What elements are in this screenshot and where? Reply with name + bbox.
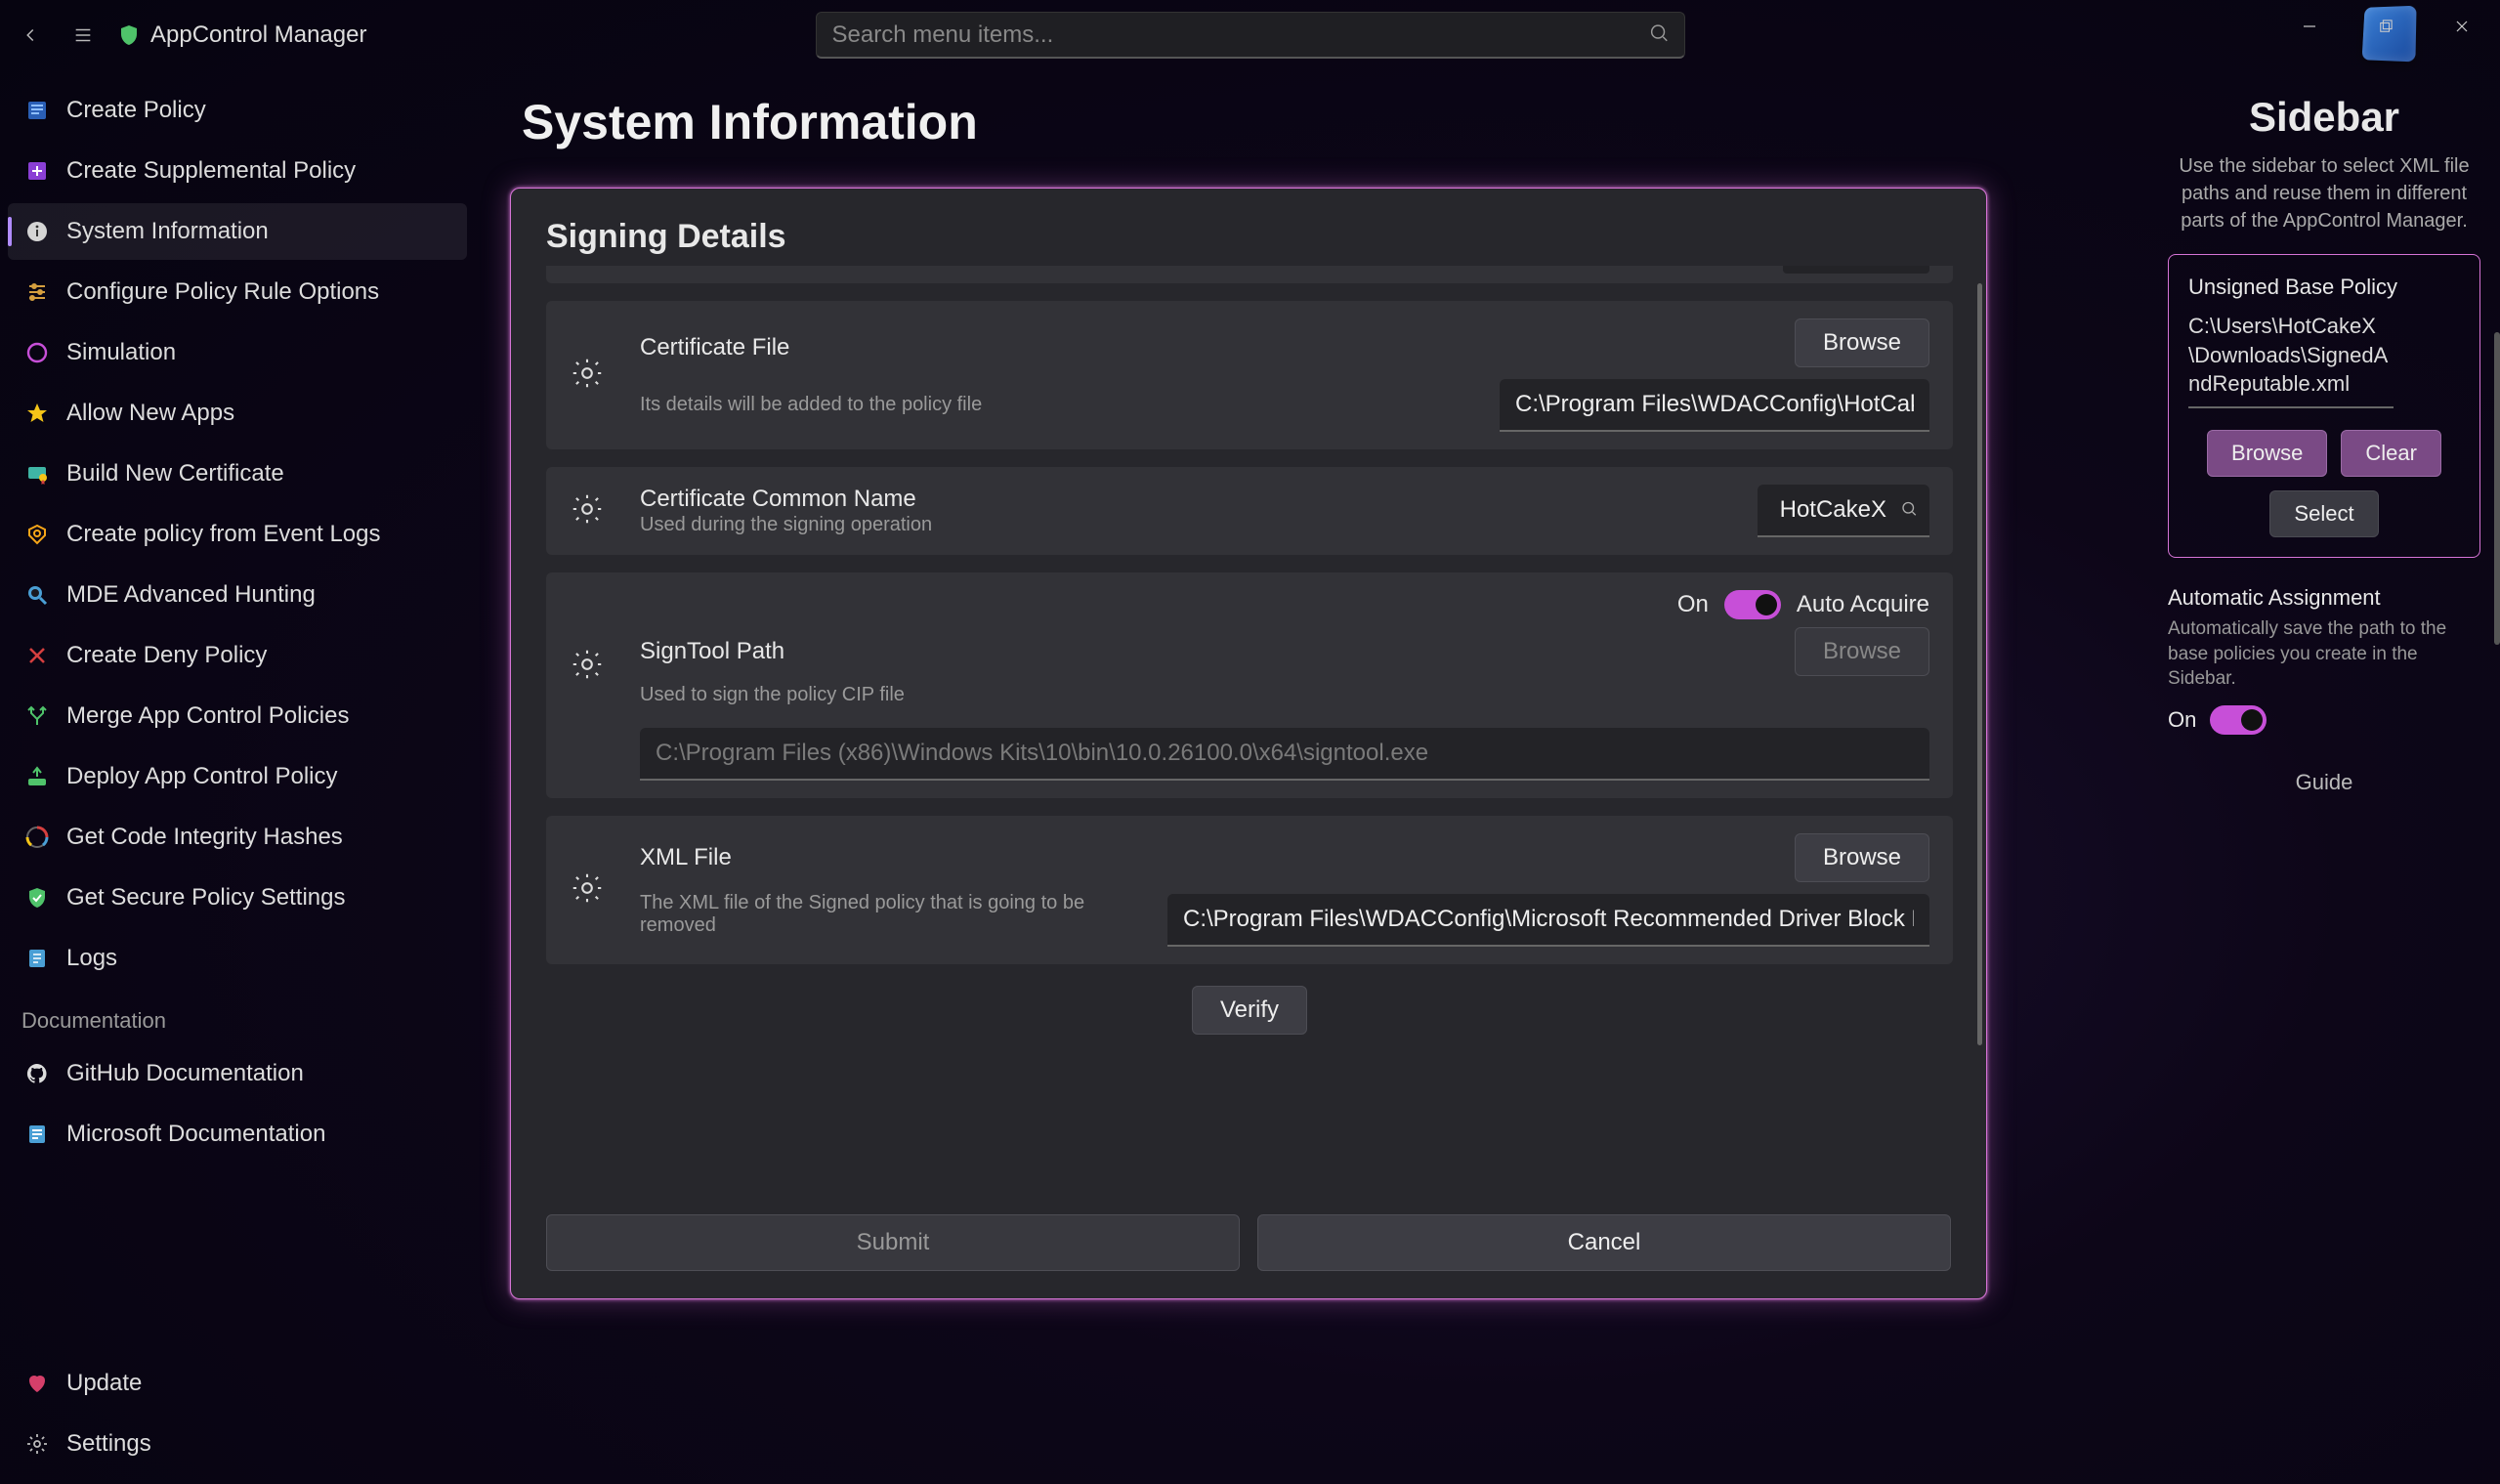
gear-outline-icon [570, 870, 624, 911]
dialog-title: Signing Details [511, 189, 1986, 266]
section-title: Certificate Common Name [640, 486, 1742, 513]
section-subtitle: Its details will be added to the policy … [640, 394, 1484, 416]
truncated-section [546, 266, 1953, 283]
verify-button[interactable]: Verify [1192, 986, 1307, 1035]
certificate-file-section: Certificate File Its details will be add… [546, 301, 1953, 449]
dialog-scrollbar[interactable] [1977, 283, 1982, 1045]
section-subtitle: Used during the signing operation [640, 514, 1742, 536]
modal-scrim: Signing Details Certificate File Its det… [0, 0, 2500, 1484]
section-title: SignTool Path [640, 638, 1662, 665]
submit-button[interactable]: Submit [546, 1214, 1240, 1271]
toggle-on-label: On [1677, 591, 1709, 618]
gear-outline-icon [570, 491, 624, 531]
xml-path-input[interactable] [1167, 894, 1929, 947]
gear-outline-icon [570, 647, 624, 687]
certificate-common-name-section: Certificate Common Name Used during the … [546, 467, 1953, 555]
cert-path-input[interactable] [1500, 379, 1929, 432]
signing-details-dialog: Signing Details Certificate File Its det… [510, 188, 1987, 1299]
section-subtitle: Used to sign the policy CIP file [640, 684, 1662, 706]
section-subtitle: The XML file of the Signed policy that i… [640, 892, 1152, 937]
xml-file-section: XML File The XML file of the Signed poli… [546, 816, 1953, 964]
search-icon[interactable] [1900, 500, 1918, 523]
auto-acquire-toggle[interactable] [1724, 590, 1781, 619]
section-title: Certificate File [640, 334, 1484, 361]
signtool-path-section: On Auto Acquire SignTool Path Used to si… [546, 572, 1953, 798]
xml-browse-button[interactable]: Browse [1795, 833, 1929, 882]
toggle-label: Auto Acquire [1797, 591, 1929, 618]
signtool-browse-button: Browse [1795, 627, 1929, 676]
cancel-button[interactable]: Cancel [1257, 1214, 1951, 1271]
signtool-path-input [640, 728, 1929, 781]
gear-outline-icon [570, 356, 624, 396]
cert-browse-button[interactable]: Browse [1795, 318, 1929, 367]
section-title: XML File [640, 844, 1152, 871]
